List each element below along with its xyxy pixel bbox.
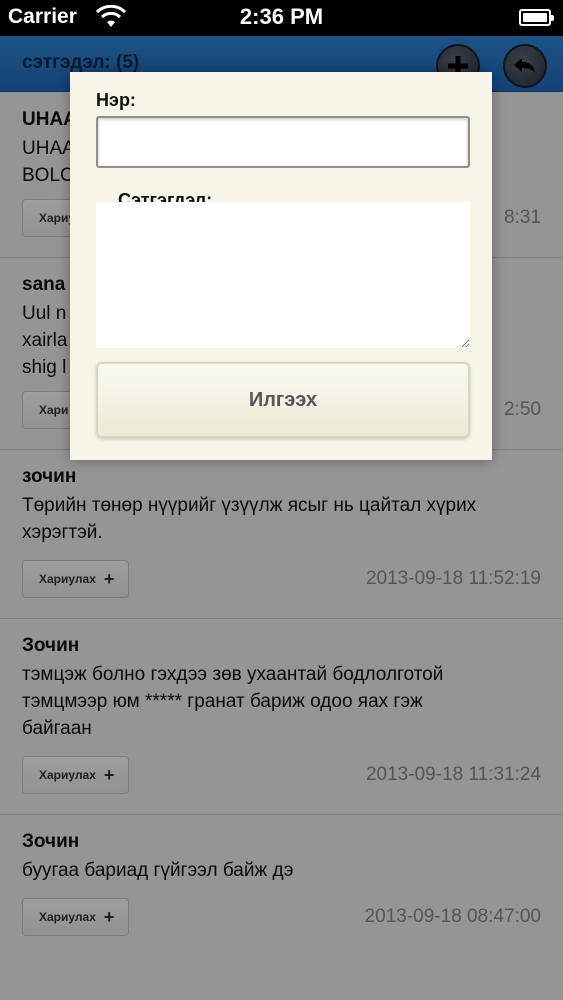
comment-textarea[interactable] — [96, 202, 470, 348]
comment-form-dialog: Нэр: Сэтгэгдэл: Илгээх — [70, 72, 492, 460]
name-label: Нэр: — [96, 90, 136, 110]
name-input[interactable] — [96, 116, 470, 168]
status-bar: Carrier 2:36 PM — [0, 0, 563, 36]
battery-icon — [519, 9, 554, 26]
clock: 2:36 PM — [239, 4, 324, 29]
submit-button[interactable]: Илгээх — [96, 362, 470, 438]
